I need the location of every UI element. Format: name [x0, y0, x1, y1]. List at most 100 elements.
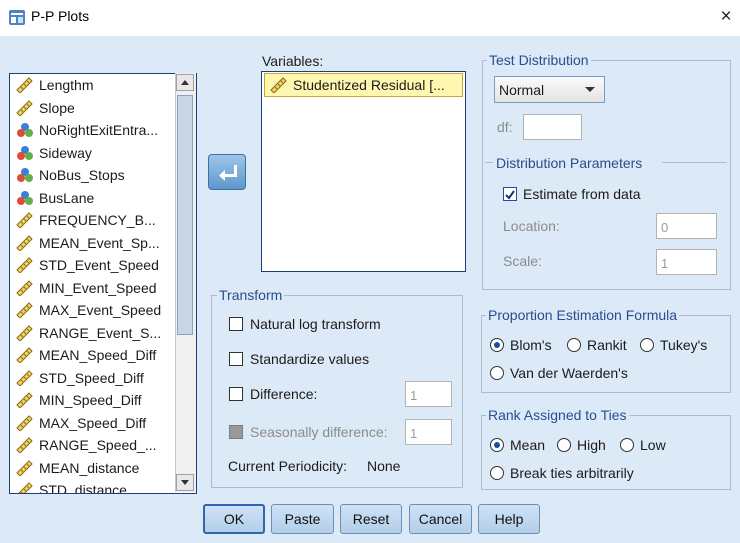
- window-title: P-P Plots: [31, 8, 90, 24]
- list-item[interactable]: MIN_Event_Speed: [16, 280, 157, 300]
- transform-title: Transform: [217, 287, 285, 303]
- ruler-icon: [16, 234, 34, 252]
- list-item[interactable]: STD_Speed_Diff: [16, 370, 144, 390]
- high-label: High: [577, 437, 606, 453]
- ruler-icon: [16, 212, 34, 229]
- ruler-icon: [16, 77, 34, 94]
- seasonal-difference-field[interactable]: 1: [405, 419, 452, 445]
- location-field[interactable]: 0: [656, 213, 717, 239]
- tukeys-label: Tukey's: [660, 337, 708, 353]
- chevron-down-icon: [181, 480, 189, 485]
- mean-label: Mean: [510, 437, 546, 453]
- scale-field[interactable]: 1: [656, 249, 717, 275]
- list-item[interactable]: RANGE_Speed_...: [16, 437, 157, 457]
- distribution-value: Normal: [499, 82, 545, 98]
- df-field[interactable]: [523, 114, 582, 140]
- current-periodicity-value: None: [367, 458, 401, 474]
- difference-checkbox[interactable]: [229, 387, 243, 401]
- list-item[interactable]: RANGE_Event_S...: [16, 325, 161, 345]
- list-item[interactable]: Slope: [16, 100, 75, 120]
- bloms-radio[interactable]: [490, 338, 504, 352]
- difference-field[interactable]: 1: [405, 381, 452, 407]
- list-item[interactable]: MEAN_Speed_Diff: [16, 347, 156, 367]
- ruler-icon: [16, 392, 34, 409]
- scroll-down-button[interactable]: [176, 474, 194, 491]
- proportion-title: Proportion Estimation Formula: [486, 307, 680, 323]
- list-item-label: MEAN_Speed_Diff: [39, 347, 157, 363]
- proportion-group: [481, 315, 731, 393]
- help-button[interactable]: Help: [478, 504, 540, 534]
- list-item-label: MEAN_distance: [39, 459, 140, 476]
- scroll-thumb[interactable]: [177, 95, 193, 335]
- list-item-label: RANGE_Event_S...: [39, 324, 162, 341]
- natural-log-label: Natural log transform: [250, 316, 381, 332]
- break-ties-radio[interactable]: [490, 466, 504, 480]
- move-variable-button[interactable]: [208, 154, 246, 190]
- list-item-label: MEAN_Event_Sp...: [39, 234, 160, 251]
- ruler-icon: [16, 347, 34, 364]
- estimate-from-data-label: Estimate from data: [523, 186, 641, 202]
- list-item[interactable]: NoBus_Stops: [16, 167, 125, 187]
- list-item[interactable]: NoRightExitEntra...: [16, 122, 158, 142]
- list-item[interactable]: BusLane: [16, 190, 94, 210]
- list-item[interactable]: STD_distance: [16, 482, 127, 493]
- ruler-icon: [16, 414, 34, 432]
- ruler-icon: [16, 459, 34, 477]
- variables-label: Variables:: [262, 53, 324, 69]
- list-item-label: BusLane: [39, 189, 95, 206]
- variables-list[interactable]: [261, 71, 466, 272]
- natural-log-checkbox[interactable]: [229, 317, 243, 331]
- divider: [662, 162, 727, 163]
- paste-button[interactable]: Paste: [271, 504, 334, 534]
- title-bar: P-P Plots ×: [0, 0, 740, 36]
- mean-radio[interactable]: [490, 438, 504, 452]
- list-item-label: MAX_Event_Speed: [39, 302, 162, 318]
- df-label: df:: [497, 119, 513, 135]
- nominal-icon: [16, 122, 34, 138]
- checkmark-icon: [505, 190, 515, 200]
- bloms-label: Blom's: [510, 337, 552, 353]
- seasonal-difference-checkbox[interactable]: [229, 425, 243, 439]
- close-icon[interactable]: ×: [716, 7, 736, 27]
- ruler-icon: [16, 324, 34, 342]
- nominal-icon: [16, 167, 34, 183]
- list-item-label: Slope: [39, 99, 75, 116]
- list-item[interactable]: MAX_Speed_Diff: [16, 415, 146, 435]
- standardize-checkbox[interactable]: [229, 352, 243, 366]
- list-item[interactable]: STD_Event_Speed: [16, 257, 159, 277]
- list-item[interactable]: Lengthm: [16, 77, 93, 97]
- ruler-icon: [16, 279, 34, 297]
- app-icon: [9, 10, 25, 25]
- list-item-label: MIN_Speed_Diff: [39, 392, 142, 408]
- list-item-label: FREQUENCY_B...: [39, 212, 156, 228]
- list-item[interactable]: FREQUENCY_B...: [16, 212, 156, 232]
- cancel-button[interactable]: Cancel: [409, 504, 472, 534]
- list-item-label: Sideway: [39, 144, 92, 161]
- list-item-label: Lengthm: [39, 77, 94, 93]
- list-item[interactable]: MIN_Speed_Diff: [16, 392, 141, 412]
- variable-item-label: Studentized Residual [...: [293, 77, 445, 93]
- divider: [485, 162, 493, 163]
- variable-item-selected[interactable]: Studentized Residual [...: [264, 73, 463, 97]
- scroll-up-button[interactable]: [176, 74, 194, 91]
- high-radio[interactable]: [557, 438, 571, 452]
- rankit-radio[interactable]: [567, 338, 581, 352]
- low-radio[interactable]: [620, 438, 634, 452]
- reset-button[interactable]: Reset: [340, 504, 402, 534]
- ok-button[interactable]: OK: [203, 504, 265, 534]
- nominal-icon: [16, 145, 34, 161]
- distribution-dropdown[interactable]: Normal: [494, 76, 605, 103]
- estimate-from-data-checkbox[interactable]: [503, 187, 517, 201]
- list-item[interactable]: Sideway: [16, 145, 92, 165]
- source-variable-list[interactable]: Lengthm Slope NoRightExitEntra... Sideway No…: [9, 73, 197, 494]
- tukeys-radio[interactable]: [640, 338, 654, 352]
- list-item-label: RANGE_Speed_...: [39, 437, 157, 453]
- ruler-icon: [16, 302, 34, 319]
- van-der-waerdens-radio[interactable]: [490, 366, 504, 380]
- van-der-waerdens-label: Van der Waerden's: [510, 365, 628, 381]
- list-item[interactable]: MEAN_distance: [16, 460, 139, 480]
- ruler-icon: [16, 482, 34, 493]
- list-item[interactable]: MEAN_Event_Sp...: [16, 235, 160, 255]
- list-item[interactable]: MAX_Event_Speed: [16, 302, 161, 322]
- current-periodicity-label: Current Periodicity:: [228, 458, 348, 474]
